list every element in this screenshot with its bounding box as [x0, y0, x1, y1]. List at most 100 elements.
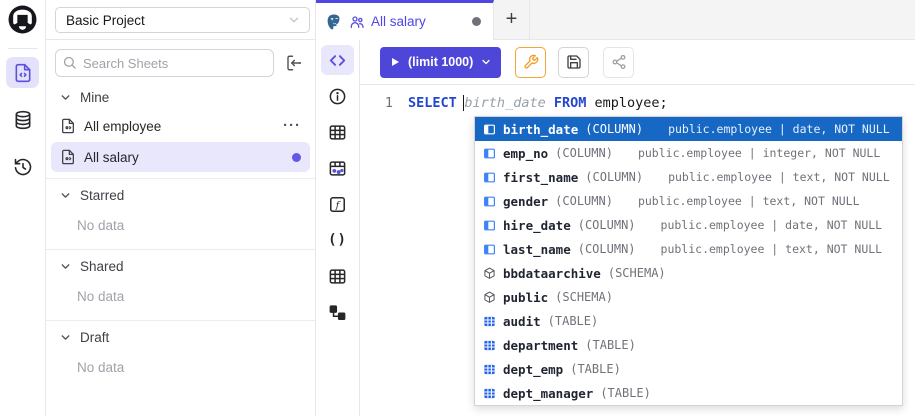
section-starred: Starred No data — [46, 179, 315, 250]
column-icon — [483, 195, 496, 208]
empty-state: No data — [46, 350, 315, 386]
column-icon — [483, 123, 496, 136]
sheet-item-all-salary[interactable]: All salary — [51, 142, 310, 172]
search-input[interactable] — [55, 49, 274, 77]
empty-state: No data — [46, 279, 315, 315]
tab-code-view[interactable] — [321, 45, 354, 75]
autocomplete-item[interactable]: public (SCHEMA) — [475, 285, 902, 309]
section-label: Mine — [80, 90, 109, 105]
tab-tables[interactable] — [321, 117, 354, 147]
section-label: Shared — [80, 259, 124, 274]
sidebar-item-history[interactable] — [6, 151, 39, 182]
unsaved-dot — [472, 17, 481, 26]
tab-parentheses[interactable]: () — [321, 225, 354, 255]
share-button[interactable] — [603, 47, 634, 78]
autocomplete-item[interactable]: gender (COLUMN) public.employee | text, … — [475, 189, 902, 213]
autocomplete-item[interactable]: emp_no (COLUMN) public.employee | intege… — [475, 141, 902, 165]
new-tab-button[interactable]: + — [494, 0, 530, 39]
autocomplete-item[interactable]: audit (TABLE) — [475, 309, 902, 333]
section-draft: Draft No data — [46, 321, 315, 391]
run-label: (limit 1000) — [408, 55, 473, 69]
people-icon — [349, 14, 365, 30]
database-icon — [13, 110, 33, 130]
sql-keyword: SELECT — [408, 95, 457, 111]
autocomplete-item[interactable]: bbdataarchive (SCHEMA) — [475, 261, 902, 285]
chevron-down-icon — [59, 331, 72, 344]
table-data-icon — [328, 159, 347, 178]
code-line-1: 1 SELECT birth_date FROM employee; — [360, 93, 915, 113]
search-row — [46, 40, 315, 81]
section-header-draft[interactable]: Draft — [46, 321, 315, 350]
rail-divider — [8, 48, 38, 49]
tab-table-data[interactable] — [321, 153, 354, 183]
sql-keyword: FROM — [554, 95, 587, 111]
autocomplete-dropdown: birth_date (COLUMN) public.employee | da… — [474, 116, 903, 406]
import-sheet-icon — [285, 54, 303, 72]
sidebar-item-databases[interactable] — [6, 104, 39, 135]
tab-schema-diagram[interactable] — [321, 297, 354, 327]
sql-text: employee; — [595, 95, 668, 111]
sidebar-item-sheets[interactable] — [6, 57, 39, 88]
schema-icon — [483, 291, 496, 304]
import-sheet-button[interactable] — [282, 51, 306, 75]
postgresql-icon — [325, 13, 343, 31]
more-menu-icon[interactable]: ··· — [283, 121, 301, 131]
function-icon: f — [328, 195, 347, 214]
sql-editor-app: Basic Project Mine — [0, 0, 915, 416]
table-icon — [328, 267, 347, 286]
save-icon — [566, 54, 582, 70]
format-sql-button[interactable] — [515, 47, 546, 78]
autocomplete-item[interactable]: department (TABLE) — [475, 333, 902, 357]
share-icon — [611, 54, 627, 70]
tab-label: All salary — [371, 14, 466, 29]
chevron-down-icon — [59, 91, 72, 104]
autocomplete-item[interactable]: last_name (COLUMN) public.employee | tex… — [475, 237, 902, 261]
sheet-item-all-employee[interactable]: All employee ··· — [51, 111, 310, 141]
table-icon — [483, 387, 496, 400]
section-header-mine[interactable]: Mine — [46, 81, 315, 110]
column-icon — [483, 171, 496, 184]
run-query-button[interactable]: (limit 1000) — [380, 47, 501, 78]
autocomplete-item[interactable]: first_name (COLUMN) public.employee | te… — [475, 165, 902, 189]
wrench-icon — [523, 54, 539, 70]
play-icon — [389, 56, 401, 68]
chevron-down-icon — [59, 189, 72, 202]
svg-text:f: f — [335, 200, 341, 211]
sheet-item-label: All employee — [84, 119, 275, 134]
history-icon — [13, 157, 33, 177]
unsaved-dot — [292, 153, 301, 162]
table-icon — [483, 339, 496, 352]
sheet-item-label: All salary — [84, 150, 284, 165]
autocomplete-item[interactable]: hire_date (COLUMN) public.employee | dat… — [475, 213, 902, 237]
autocomplete-item[interactable]: birth_date (COLUMN) public.employee | da… — [475, 117, 902, 141]
bytebase-logo[interactable] — [8, 5, 37, 39]
tab-functions[interactable]: f — [321, 189, 354, 219]
autocomplete-item[interactable]: dept_emp (TABLE) — [475, 357, 902, 381]
tab-info[interactable] — [321, 81, 354, 111]
tab-views[interactable] — [321, 261, 354, 291]
section-shared: Shared No data — [46, 250, 315, 321]
info-icon — [328, 87, 347, 106]
sheet-file-icon — [60, 149, 76, 165]
column-icon — [483, 147, 496, 160]
app-rail — [0, 0, 46, 416]
section-header-starred[interactable]: Starred — [46, 179, 315, 208]
table-icon — [483, 363, 496, 376]
save-button[interactable] — [558, 47, 589, 78]
schema-diagram-icon — [328, 303, 347, 322]
section-header-shared[interactable]: Shared — [46, 250, 315, 279]
sheet-file-icon — [60, 118, 76, 134]
section-label: Draft — [80, 330, 109, 345]
project-selector[interactable]: Basic Project — [55, 7, 310, 33]
column-icon — [483, 219, 496, 232]
table-icon — [328, 123, 347, 142]
editor-rail: f () — [316, 40, 360, 416]
autocomplete-item[interactable]: dept_manager (TABLE) — [475, 381, 902, 405]
search-box — [55, 49, 274, 77]
tab-all-salary[interactable]: All salary — [316, 0, 494, 40]
ghost-suggestion-text: birth_date — [463, 95, 545, 111]
project-name: Basic Project — [66, 13, 145, 28]
chevron-down-icon[interactable] — [480, 56, 492, 68]
sheets-icon — [13, 63, 33, 83]
sheet-sidebar: Basic Project Mine — [46, 0, 316, 416]
